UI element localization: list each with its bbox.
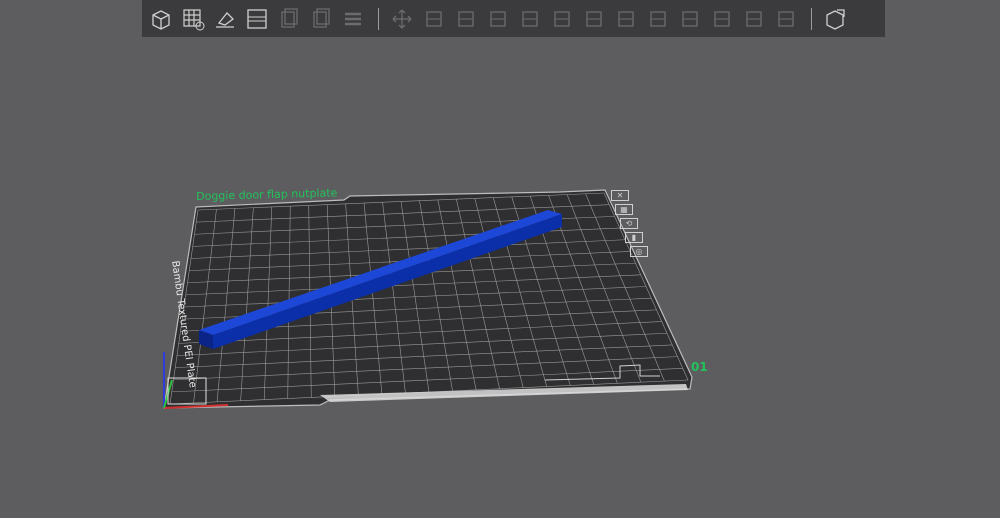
arrange-plate-icon[interactable]: ▦ [615, 204, 633, 215]
orient-plate-icon[interactable]: ⟲ [620, 218, 638, 229]
lock-plate-icon[interactable]: ▮ [625, 232, 643, 243]
build-plate[interactable] [163, 189, 693, 409]
build-plate-view[interactable] [0, 0, 1000, 518]
plate-index-label: 01 [691, 360, 708, 374]
settings-plate-icon[interactable]: ◎ [630, 246, 648, 257]
close-plate-icon[interactable]: ✕ [611, 190, 629, 201]
